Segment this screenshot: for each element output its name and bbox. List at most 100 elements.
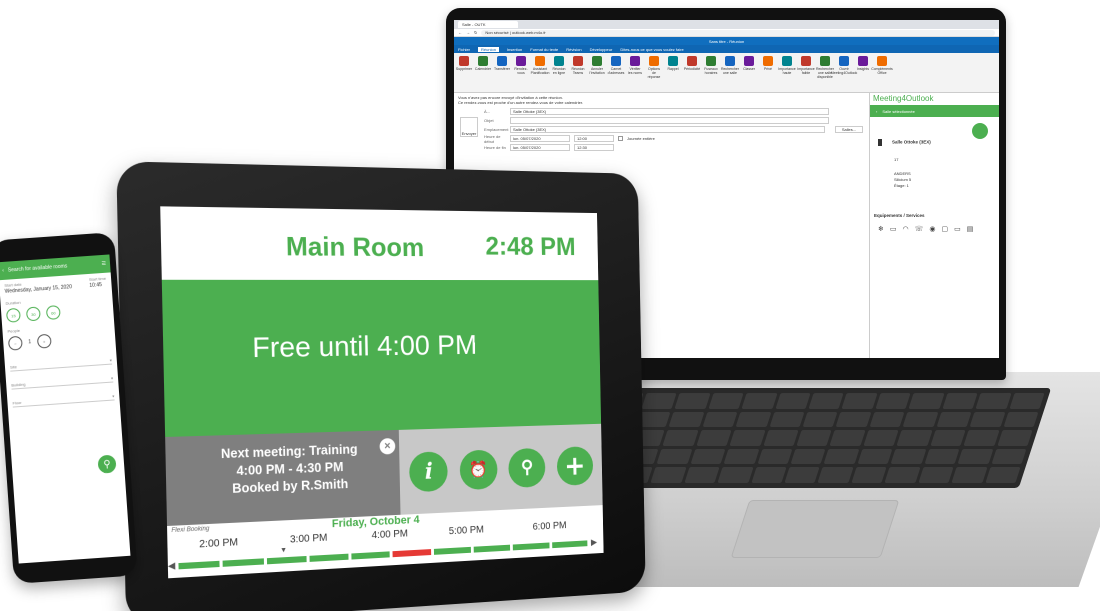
site-label: Site [9, 364, 18, 370]
ribbon-button[interactable]: Carnet d'adresses [608, 56, 624, 75]
room-display-header: Main Room 2:48 PM [160, 206, 599, 281]
menu-fichier[interactable]: Fichier [458, 47, 470, 52]
ribbon-icon [668, 56, 678, 66]
ribbon-button[interactable]: Ouvrir Meeting4Outlook [831, 56, 857, 75]
ribbon-icon [573, 56, 583, 66]
chevron-left-icon[interactable]: ‹ [876, 109, 877, 114]
duration-option[interactable]: 30 [25, 306, 41, 322]
duration-option[interactable]: 60 [45, 305, 61, 320]
keyboard-key [884, 467, 921, 483]
to-field[interactable]: Salle Ottoke (3EX) [510, 108, 829, 115]
back-arrow-icon[interactable]: ‹ [2, 268, 4, 274]
browser-tabs: Salle - OUTK [454, 20, 999, 29]
ribbon-button-label: Ouvrir Meeting4Outlook [830, 67, 858, 75]
ribbon-button-label: Rappel [667, 67, 679, 71]
ribbon-icon [535, 56, 545, 66]
menu-developpeur[interactable]: Développeur [590, 47, 613, 52]
end-time-field[interactable]: 12:30 [574, 144, 614, 151]
floor-dropdown[interactable]: Floor ▾ [11, 386, 115, 408]
ribbon-button[interactable]: Périodicité [684, 56, 700, 71]
start-time-field[interactable]: 12:00 [574, 135, 614, 142]
timeline-segment-free[interactable] [473, 544, 511, 553]
ribbon-button[interactable]: Fuseaux horaires [704, 56, 718, 75]
back-icon[interactable]: ← [458, 30, 462, 35]
m4o-add-button[interactable] [972, 123, 988, 139]
start-time-value[interactable]: 10:45 [89, 282, 107, 289]
ribbon-button[interactable]: Transférer [494, 56, 510, 71]
keyboard-key [918, 467, 954, 483]
menu-revision[interactable]: Révision [566, 47, 581, 52]
plus-icon[interactable]: + [36, 333, 52, 349]
outlook-ribbon: Supprimer Calendrier Transférer Rendez-vous… [454, 53, 999, 93]
keyboard-key [702, 411, 738, 428]
ribbon-button[interactable]: Calendrier [475, 56, 491, 71]
ribbon-button[interactable]: Vérifier les noms [628, 56, 642, 75]
ribbon-button-label: Options de réponse [647, 67, 661, 79]
end-date-field[interactable]: lun. 05/07/2020 [510, 144, 570, 151]
timeline-hour: 4:00 PM [371, 528, 409, 542]
timeline-segment-busy[interactable] [392, 549, 431, 558]
ribbon-button[interactable]: Options de réponse [647, 56, 661, 79]
search-icon[interactable]: ⚲ [508, 447, 546, 488]
ribbon-button[interactable]: Classer [742, 56, 756, 71]
ribbon-button[interactable]: Réunion Teams [571, 56, 585, 75]
reload-icon[interactable]: ↻ [474, 30, 477, 35]
alarm-icon[interactable]: ⏰ [459, 448, 498, 490]
timeline-segment-free[interactable] [309, 553, 349, 562]
keyboard-key [1003, 411, 1039, 428]
ribbon-button[interactable]: Insights [856, 56, 870, 71]
close-icon[interactable]: × [379, 438, 396, 455]
brand-logo: Flexi Booking [171, 526, 210, 535]
duration-option[interactable]: 15 [5, 307, 21, 323]
timeline-segment-free[interactable] [178, 560, 220, 570]
info-icon[interactable]: i [409, 450, 449, 492]
timeline-segment-free[interactable] [433, 546, 472, 555]
minus-icon[interactable]: − [7, 335, 23, 351]
keyboard-key [963, 430, 1000, 446]
address-input[interactable]: Non sécurisé | outlook.web.m4o.fr [481, 29, 995, 36]
timeline-next-icon[interactable]: ▶ [591, 537, 597, 548]
m4o-address: ANDERS Silicium 5 Étage: 1 [894, 171, 911, 189]
menu-format[interactable]: Format du texte [530, 47, 558, 52]
forward-icon[interactable]: → [466, 30, 470, 35]
timeline-segment-free[interactable] [551, 540, 588, 549]
timeline-segment-free[interactable] [351, 551, 391, 560]
ribbon-button[interactable]: Importance faible [797, 56, 815, 75]
timeline-segment-free[interactable] [266, 555, 307, 565]
add-icon[interactable]: + [556, 445, 594, 486]
timeline-segment-free[interactable] [222, 558, 264, 567]
keyboard-key [769, 411, 805, 428]
building-dropdown[interactable]: Building ▾ [10, 368, 114, 390]
ribbon-button[interactable]: Réunion en ligne [552, 56, 566, 75]
salles-button[interactable]: Salles... [835, 126, 863, 133]
menu-icon[interactable]: ☰ [101, 261, 106, 267]
send-button[interactable]: Envoyer [460, 117, 478, 137]
menu-tell-me[interactable]: Dites-nous ce que vous voulez faire [620, 47, 683, 52]
ribbon-button[interactable]: Importance haute [778, 56, 796, 75]
menu-insertion[interactable]: Insertion [507, 47, 522, 52]
keyboard-key [969, 411, 1006, 428]
keyboard-key [729, 430, 766, 446]
ribbon-button[interactable]: Privé [761, 56, 775, 71]
to-button[interactable]: À... [484, 109, 506, 114]
allday-checkbox[interactable] [618, 136, 623, 141]
start-label: Heure de début [484, 133, 501, 144]
timeline-prev-icon[interactable]: ◀ [168, 560, 176, 572]
subject-field[interactable] [510, 117, 829, 124]
start-date-field[interactable]: lun. 05/07/2020 [510, 135, 570, 142]
browser-tab[interactable]: Salle - OUTK [458, 21, 518, 28]
location-field[interactable]: Salle Ottoke (3EX) [510, 126, 825, 133]
ribbon-button[interactable]: Annuler l'invitation [589, 56, 605, 75]
ribbon-button[interactable]: Rechercher une salle [721, 56, 739, 75]
menu-reunion[interactable]: Réunion [478, 46, 499, 52]
search-button[interactable]: ⚲ [97, 454, 117, 474]
timeline-segment-free[interactable] [513, 542, 550, 551]
ribbon-button[interactable]: Supprimer [456, 56, 472, 71]
timeline-hour: 6:00 PM [532, 520, 567, 533]
ribbon-button[interactable]: Compléments Office [871, 56, 893, 75]
browser-tab-label: Salle - OUTK [462, 22, 486, 27]
site-dropdown[interactable]: Site ▾ [9, 350, 113, 372]
ribbon-button[interactable]: Rappel [666, 56, 680, 71]
ribbon-button[interactable]: Rendez-vous [514, 56, 528, 75]
ribbon-button[interactable]: Assistant Planification [531, 56, 549, 75]
